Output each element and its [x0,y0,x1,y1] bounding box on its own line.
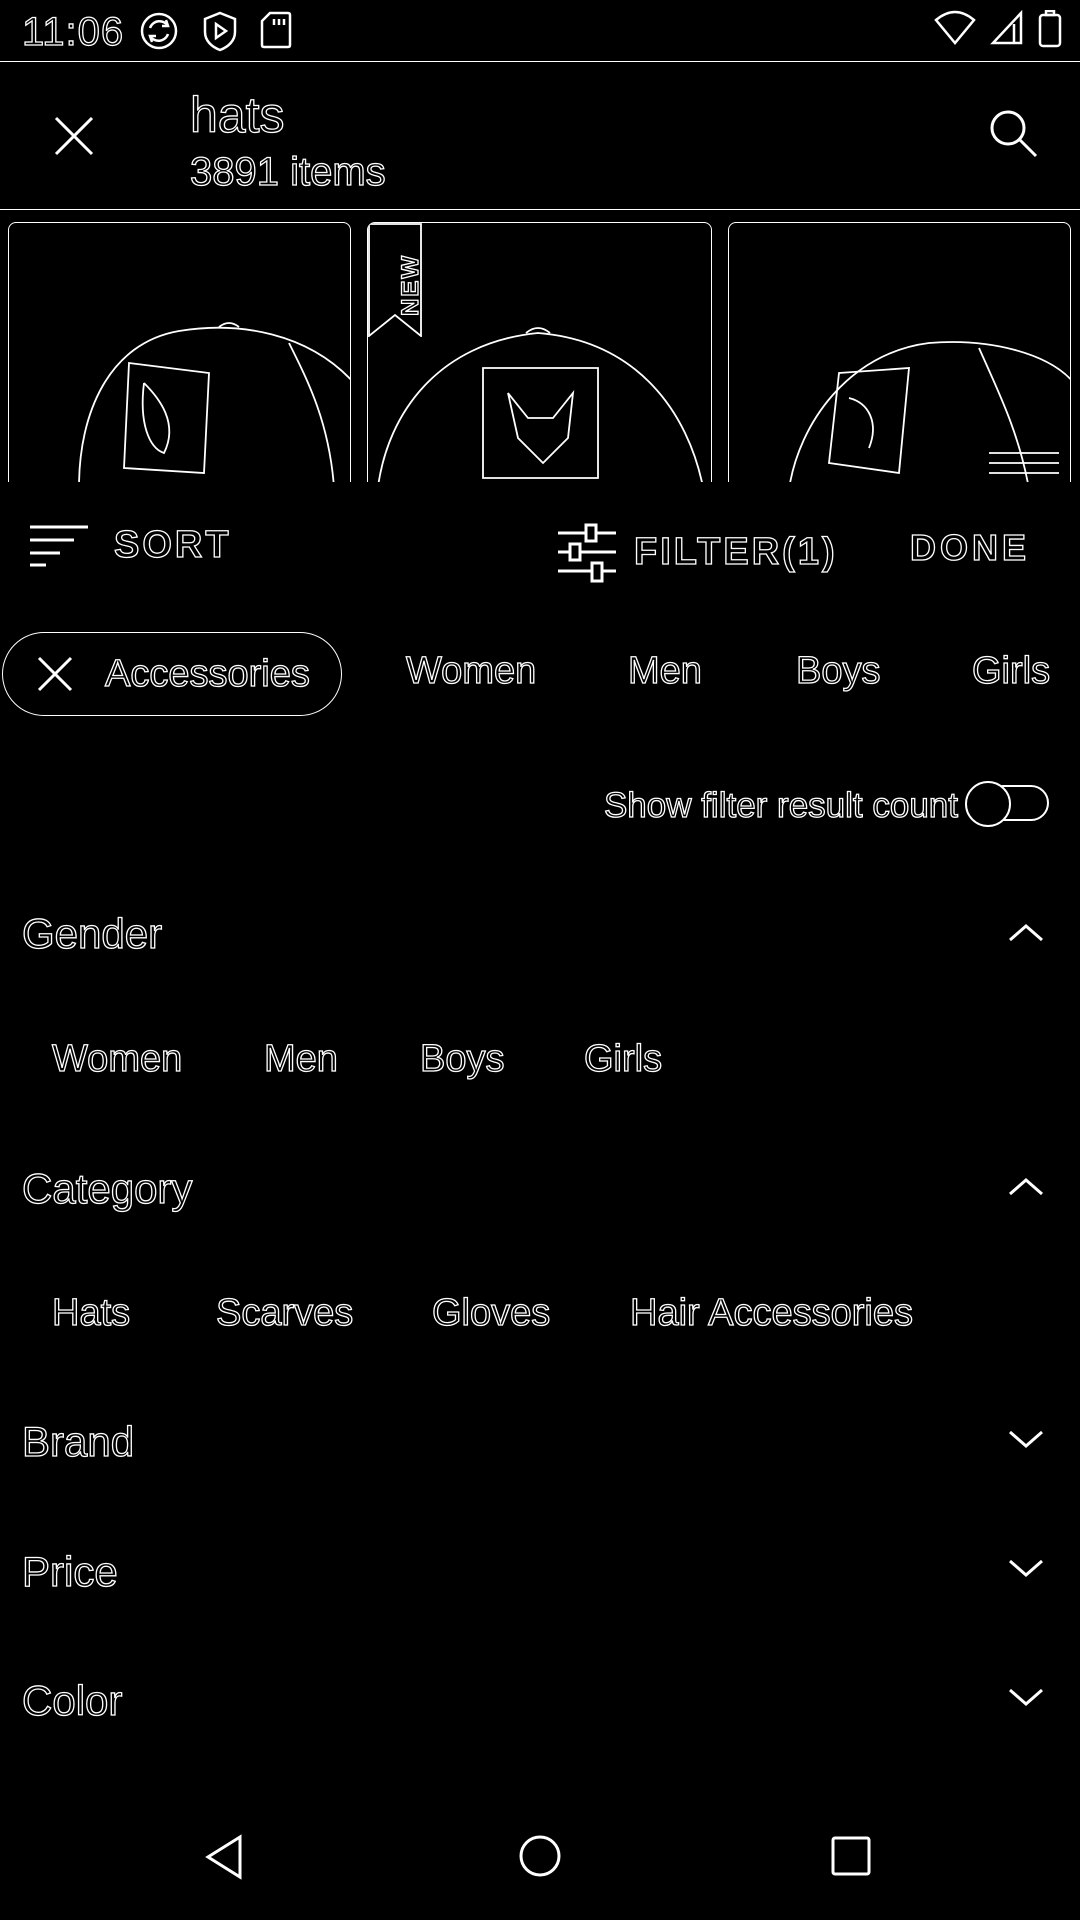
status-bar: 11:06 [0,0,1080,62]
sync-icon [140,12,178,50]
sort-filter-bar: SORT FILTER(1) DONE [0,505,1080,595]
sort-button[interactable]: SORT [28,523,232,567]
sort-icon [30,525,88,567]
gender-option-boys[interactable]: Boys [419,1037,505,1081]
chip-boys[interactable]: Boys [795,649,881,693]
section-color-title[interactable]: Color [21,1676,123,1725]
back-icon[interactable] [204,1834,244,1880]
category-option-gloves[interactable]: Gloves [431,1291,551,1335]
section-brand-title[interactable]: Brand [21,1417,134,1466]
hat-image [789,341,1070,482]
category-chips: Accessories Women Men Boys Girls [0,632,1080,718]
chevron-down-icon[interactable] [1006,1557,1046,1581]
product-card[interactable] [728,222,1071,482]
gender-option-men[interactable]: Men [263,1037,338,1081]
chip-men[interactable]: Men [627,649,702,693]
product-strip: NEW [0,218,1080,482]
filter-button[interactable]: FILTER(1) [556,521,838,583]
product-card[interactable]: NEW [367,222,712,482]
done-button[interactable]: DONE [909,526,1030,569]
home-icon[interactable] [518,1834,562,1878]
battery-icon [1038,10,1062,48]
category-option-scarves[interactable]: Scarves [215,1291,354,1335]
sort-label: SORT [113,523,232,566]
chevron-down-icon[interactable] [1006,1686,1046,1710]
filter-count-row: Show filter result count [0,780,1080,830]
gender-option-girls[interactable]: Girls [583,1037,662,1081]
chip-active-label: Accessories [104,652,310,695]
system-nav-bar [0,1820,1080,1920]
wifi-icon [934,10,976,45]
item-count: 3891 items [189,149,386,194]
signal-icon [990,10,1023,45]
sd-card-icon [260,11,292,49]
chevron-up-icon[interactable] [1006,920,1046,944]
new-badge-label: NEW [396,253,424,316]
chevron-up-icon[interactable] [1006,1174,1046,1198]
hat-image [78,322,350,482]
remove-chip-icon[interactable] [35,654,75,694]
section-category-title[interactable]: Category [21,1164,193,1213]
chevron-down-icon[interactable] [1006,1428,1046,1452]
section-gender-title[interactable]: Gender [21,909,162,958]
search-header: hats 3891 items [0,62,1080,210]
filter-label: FILTER(1) [633,530,838,573]
chip-active-accessories[interactable]: Accessories [2,632,342,716]
category-option-hats[interactable]: Hats [51,1291,130,1335]
search-query[interactable]: hats [189,86,285,144]
section-price-title[interactable]: Price [21,1547,118,1596]
product-card[interactable] [8,222,351,482]
category-option-hair-accessories[interactable]: Hair Accessories [629,1291,913,1335]
chip-girls[interactable]: Girls [971,649,1050,693]
status-icons-right [934,10,1062,48]
gender-option-women[interactable]: Women [51,1037,183,1081]
status-time: 11:06 [21,9,125,54]
search-icon[interactable] [984,104,1044,164]
filter-count-label: Show filter result count [603,785,958,825]
status-icons-left [138,10,292,52]
recents-icon[interactable] [830,1835,872,1877]
filter-sliders-icon [558,523,616,583]
close-icon[interactable] [44,106,104,166]
filter-count-toggle[interactable] [964,780,1050,828]
shield-play-icon [203,11,237,52]
chip-women[interactable]: Women [405,649,537,693]
